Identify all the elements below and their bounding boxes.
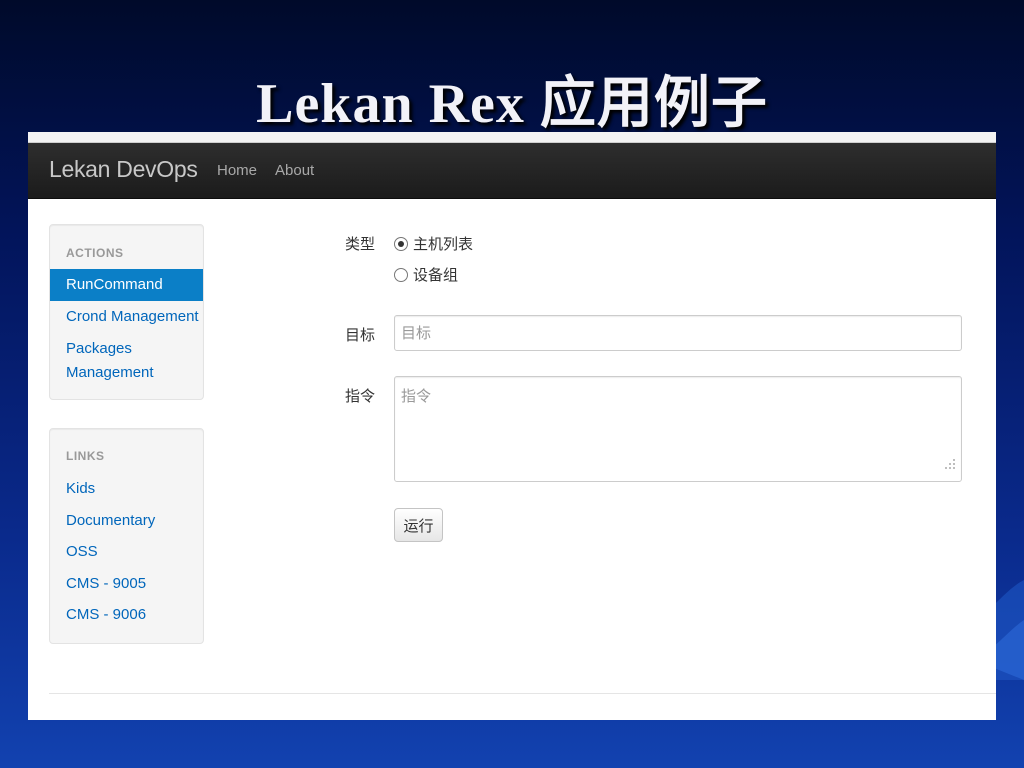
sidebar-link-oss[interactable]: OSS (50, 540, 203, 564)
app-screenshot: Lekan DevOps Home About ACTIONS RunComma… (28, 132, 996, 720)
navbar-brand[interactable]: Lekan DevOps (49, 156, 198, 183)
footer-divider (49, 693, 996, 694)
run-button[interactable]: 运行 (394, 508, 443, 542)
actions-panel: ACTIONS RunCommand Crond Management Pack… (49, 224, 204, 400)
nav-link-home[interactable]: Home (217, 162, 257, 179)
sidebar-item-runcommand[interactable]: RunCommand (50, 269, 203, 301)
radio-checked-icon[interactable] (394, 236, 408, 251)
target-input[interactable] (394, 315, 962, 351)
radio-unchecked-icon[interactable] (394, 267, 408, 282)
type-label: 类型 (345, 236, 376, 253)
radio-device-group[interactable]: 设备组 (394, 264, 458, 285)
browser-toolbar-strip (28, 132, 996, 143)
links-header: LINKS (66, 449, 105, 463)
actions-header: ACTIONS (66, 246, 124, 260)
sidebar-link-cms-9006[interactable]: CMS - 9006 (50, 603, 203, 627)
sidebar-link-documentary[interactable]: Documentary (50, 509, 203, 533)
radio-host-list-label: 主机列表 (413, 236, 474, 253)
command-label: 指令 (345, 388, 376, 405)
links-panel: LINKS Kids Documentary OSS CMS - 9005 CM… (49, 428, 204, 644)
slide-title: Lekan Rex 应用例子 (256, 73, 768, 135)
command-textarea[interactable] (394, 376, 962, 482)
sidebar-link-cms-9005[interactable]: CMS - 9005 (50, 572, 203, 596)
navbar: Lekan DevOps Home About (28, 143, 996, 199)
resize-grip-icon[interactable] (944, 458, 956, 470)
nav-link-about[interactable]: About (275, 162, 314, 179)
radio-device-group-label: 设备组 (413, 267, 459, 284)
sidebar-link-kids[interactable]: Kids (50, 477, 203, 501)
target-label: 目标 (345, 327, 376, 344)
sidebar-item-packages-management[interactable]: Packages Management (50, 337, 203, 385)
sidebar-item-crond-management[interactable]: Crond Management (50, 305, 203, 329)
radio-host-list[interactable]: 主机列表 (394, 233, 473, 254)
